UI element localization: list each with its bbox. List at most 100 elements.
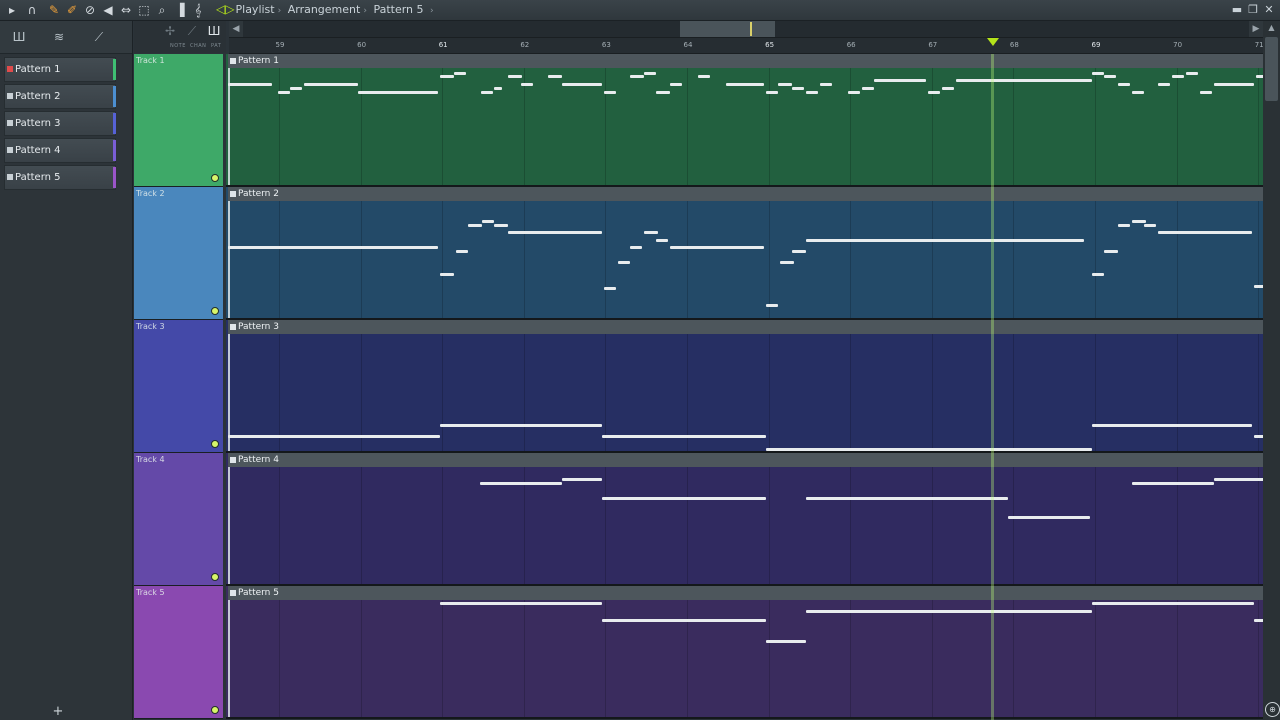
midi-note <box>698 75 710 78</box>
pat-label: PAT <box>211 43 222 49</box>
midi-note <box>456 250 468 253</box>
playlist-icon[interactable]: ◁▷ <box>216 1 234 17</box>
close-icon[interactable]: ✕ <box>1262 2 1276 18</box>
playhead-marker-icon[interactable] <box>987 38 999 46</box>
track-lane-3[interactable]: Pattern 3 <box>226 320 1263 453</box>
track-lane-1[interactable]: Pattern 1 <box>226 54 1263 187</box>
clip-header[interactable]: Pattern 4 <box>228 453 1263 467</box>
track-header-2[interactable]: Track 2 <box>134 187 223 320</box>
clip-body[interactable] <box>228 467 1263 584</box>
zoom-icon[interactable]: ⊕ <box>1265 702 1280 717</box>
magnet-icon[interactable]: ∩ <box>24 2 40 18</box>
restore-icon[interactable]: ❐ <box>1246 2 1260 18</box>
scroll-left-icon[interactable]: ◀ <box>229 21 243 37</box>
ruler-tick: 70 <box>1173 41 1183 49</box>
ruler-tick: 67 <box>928 41 938 49</box>
midi-note <box>454 72 466 75</box>
title-part-2: Arrangement <box>287 3 361 16</box>
pattern-item-3[interactable]: Pattern 3 <box>4 111 116 136</box>
chan-mode-icon[interactable]: ⟋ <box>184 23 200 39</box>
zoom-icon[interactable]: ⌕ <box>154 2 170 18</box>
track-header-3[interactable]: Track 3 <box>134 320 223 453</box>
track-enable-led[interactable] <box>211 174 219 182</box>
midi-note <box>1256 75 1263 78</box>
horizontal-scrollbar[interactable]: ◀ ▶ <box>229 21 1263 38</box>
midi-note <box>481 91 493 94</box>
clip-menu-icon[interactable] <box>230 58 236 64</box>
playlist-lanes[interactable]: Pattern 1 Pattern 2 Pattern 3 Pattern 4 Patt… <box>226 54 1263 720</box>
midi-note <box>1158 83 1170 86</box>
track-lane-2[interactable]: Pattern 2 <box>226 187 1263 320</box>
midi-note <box>562 83 602 86</box>
midi-note <box>440 75 454 78</box>
paint-brush-icon[interactable]: ✐ <box>64 2 80 18</box>
clip-menu-icon[interactable] <box>230 590 236 596</box>
track-header-5[interactable]: Track 5 <box>134 586 223 719</box>
pattern-icon <box>7 120 13 126</box>
clip-body[interactable] <box>228 68 1263 185</box>
pattern-color-bar <box>113 140 116 161</box>
track-header-1[interactable]: Track 1 <box>134 54 223 187</box>
automation-tool-icon[interactable]: ⟋ <box>90 29 108 45</box>
track-lane-4[interactable]: Pattern 4 <box>226 453 1263 586</box>
piano-icon[interactable]: 𝄞 <box>190 2 206 18</box>
pencil-icon[interactable]: ✎ <box>46 2 62 18</box>
clip-header[interactable]: Pattern 2 <box>228 187 1263 201</box>
pattern-item-4[interactable]: Pattern 4 <box>4 138 116 163</box>
clip-body[interactable] <box>228 334 1263 451</box>
track-enable-led[interactable] <box>211 573 219 581</box>
track-name: Track 3 <box>136 322 165 331</box>
clip-menu-icon[interactable] <box>230 457 236 463</box>
track-enable-led[interactable] <box>211 706 219 714</box>
midi-note <box>820 83 832 86</box>
midi-note <box>670 83 682 86</box>
scroll-right-icon[interactable]: ▶ <box>1249 21 1263 37</box>
clip-body[interactable] <box>228 201 1263 318</box>
playback-icon[interactable]: ▐ <box>172 2 188 18</box>
track-header-4[interactable]: Track 4 <box>134 453 223 586</box>
clip-header[interactable]: Pattern 3 <box>228 320 1263 334</box>
mute-icon[interactable]: ◀ <box>100 2 116 18</box>
vertical-scrollbar[interactable]: ▲ ⊕ <box>1263 21 1280 720</box>
midi-note <box>304 83 358 86</box>
timeline-ruler[interactable]: 59 60 61 62 63 64 65 66 67 68 69 70 71 <box>229 38 1264 54</box>
menu-arrow-icon[interactable]: ▸ <box>4 2 20 18</box>
pattern-item-2[interactable]: Pattern 2 <box>4 84 116 109</box>
clip-body[interactable] <box>228 600 1263 717</box>
pattern-item-1[interactable]: Pattern 1 <box>4 57 116 82</box>
midi-note <box>806 239 1084 242</box>
clip-menu-icon[interactable] <box>230 191 236 197</box>
track-enable-led[interactable] <box>211 307 219 315</box>
pattern-label: Pattern 1 <box>15 64 61 75</box>
vscroll-thumb[interactable] <box>1265 37 1278 101</box>
piano-roll-tool-icon[interactable]: Ш <box>10 29 28 45</box>
ruler-tick: 63 <box>601 41 611 49</box>
midi-note <box>806 91 818 94</box>
delete-icon[interactable]: ⊘ <box>82 2 98 18</box>
midi-note <box>1254 285 1263 288</box>
midi-note <box>602 619 766 622</box>
scroll-up-icon[interactable]: ▲ <box>1263 21 1280 35</box>
ruler-tick: 60 <box>357 41 367 49</box>
track-lane-5[interactable]: Pattern 5 <box>226 586 1263 719</box>
midi-note <box>656 91 670 94</box>
note-mode-icon[interactable]: ✢ <box>162 23 178 39</box>
clip-menu-icon[interactable] <box>230 324 236 330</box>
midi-note <box>1104 250 1118 253</box>
select-icon[interactable]: ⬚ <box>136 2 152 18</box>
midi-note <box>494 224 508 227</box>
audio-clip-tool-icon[interactable]: ≋ <box>50 29 68 45</box>
pattern-label: Pattern 2 <box>15 91 61 102</box>
snap-tools: ✢ ⟋ Ш NOTE CHAN PAT <box>134 21 226 53</box>
clip-header[interactable]: Pattern 1 <box>228 54 1263 68</box>
add-pattern-button[interactable]: + <box>50 705 66 719</box>
track-enable-led[interactable] <box>211 440 219 448</box>
midi-note <box>1104 75 1116 78</box>
pattern-item-5[interactable]: Pattern 5 <box>4 165 116 190</box>
slip-icon[interactable]: ⇔ <box>118 2 134 18</box>
scroll-thumb[interactable] <box>680 21 775 37</box>
minimize-icon[interactable]: ▬ <box>1230 2 1244 18</box>
pat-mode-icon[interactable]: Ш <box>206 23 222 39</box>
clip-header[interactable]: Pattern 5 <box>228 586 1263 600</box>
midi-note <box>1118 83 1130 86</box>
